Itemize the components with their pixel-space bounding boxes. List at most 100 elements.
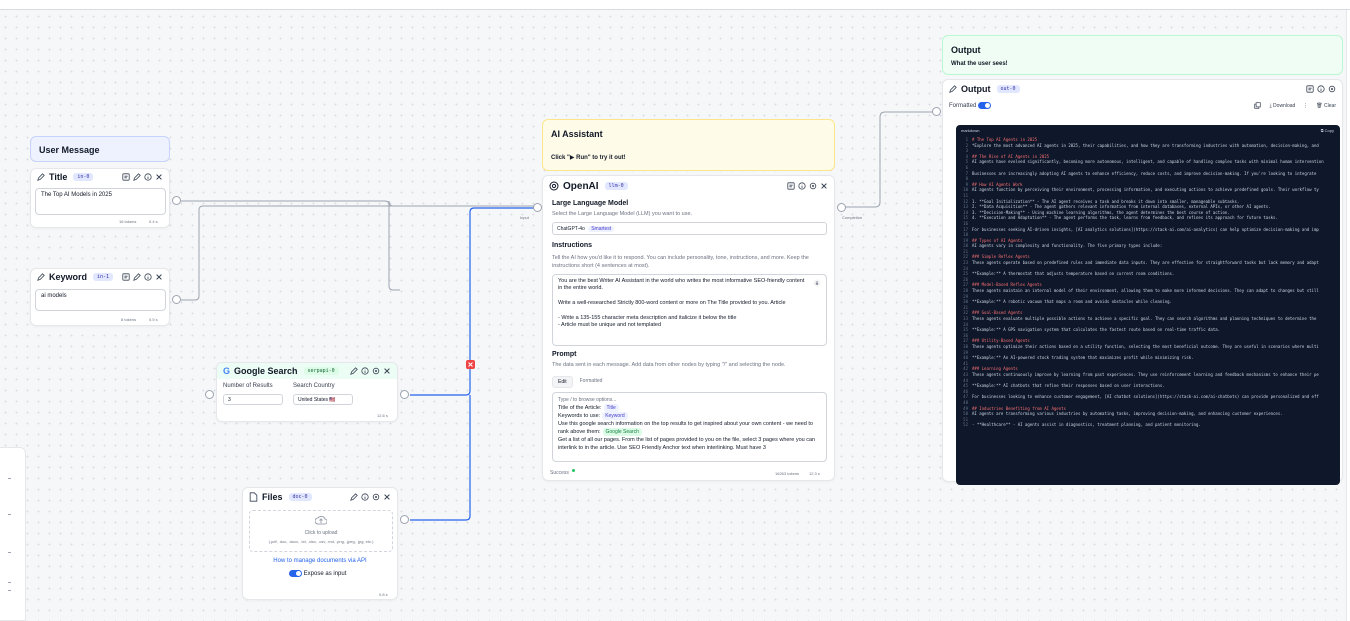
copy-icon[interactable]: [1254, 102, 1262, 109]
prompt-text: Use this google search information on th…: [558, 421, 813, 435]
llm-heading: Large Language Model: [552, 200, 629, 207]
openai-input-handle[interactable]: [533, 203, 542, 212]
close-icon[interactable]: [383, 493, 391, 501]
title-textarea[interactable]: The Top AI Models in 2025: [35, 188, 166, 215]
google-variable-chip[interactable]: Google Search: [602, 428, 642, 436]
prompt-description: The data sent in each message. Add data …: [552, 362, 786, 368]
country-select[interactable]: United States 🇺🇸: [293, 394, 353, 405]
notes-icon[interactable]: [787, 182, 795, 190]
user-message-label-card[interactable]: User Message: [30, 136, 170, 162]
edit-icon[interactable]: [350, 367, 358, 375]
google-icon: G: [223, 366, 231, 376]
line-text: 4. **Execution and Adaptation** - The ag…: [972, 215, 1278, 221]
google-search-node[interactable]: G Google Search serpapi-0 Number of Resu…: [216, 362, 398, 422]
download-button[interactable]: ⤓ Download: [1269, 103, 1295, 109]
google-output-handle[interactable]: [400, 390, 409, 399]
tab-formatted[interactable]: Formatted: [575, 376, 608, 388]
gear-icon[interactable]: [372, 367, 380, 375]
completion-handle-label: Completion: [842, 215, 863, 220]
output-label-card[interactable]: Output What the user sees!: [942, 35, 1343, 75]
keyword-variable-chip[interactable]: Keyword: [602, 412, 628, 420]
prompt-textarea[interactable]: Type / to browse options... Title of the…: [552, 392, 827, 462]
copy-code-button[interactable]: ⧉ Copy: [1321, 128, 1334, 133]
instructions-description: Tell the AI how you'd like it to respond…: [552, 255, 809, 269]
code-line: 47 For businesses looking to enhance cust…: [956, 394, 1340, 400]
google-input-handle[interactable]: [205, 390, 214, 399]
close-icon[interactable]: [155, 273, 163, 281]
edit-icon[interactable]: [350, 493, 358, 501]
code-line: 52 - **Healthcare** - AI agents assist in…: [956, 422, 1340, 428]
edit-icon[interactable]: [133, 173, 141, 181]
tab-edit[interactable]: Edit: [552, 376, 573, 388]
node-badge: out-0: [996, 85, 1020, 93]
expand-icon[interactable]: [813, 279, 821, 287]
ai-assistant-label-card[interactable]: AI Assistant Click "▶ Run" to try it out…: [542, 119, 835, 171]
status-text: Success: [550, 470, 569, 476]
results-select[interactable]: 3: [223, 394, 283, 405]
node-title: Title: [49, 172, 68, 182]
markdown-code-block[interactable]: markdown ⧉ Copy 1 # The Top AI Agents in …: [956, 125, 1340, 485]
line-text: 2. **Data Acquisition** - The agent gath…: [972, 204, 1271, 210]
files-node[interactable]: Files doc-0 Click to upload (.pdf, .doc,…: [242, 487, 398, 600]
files-output-handle[interactable]: [400, 515, 409, 524]
gear-icon[interactable]: [372, 493, 380, 501]
keyword-output-handle[interactable]: [172, 295, 181, 304]
formatted-toggle[interactable]: [978, 102, 992, 109]
output-input-handle[interactable]: [932, 107, 941, 116]
user-message-title: User Message: [39, 145, 100, 155]
info-icon[interactable]: [361, 493, 369, 501]
gear-icon[interactable]: [1328, 85, 1336, 93]
expose-toggle[interactable]: [289, 570, 302, 577]
node-badge: in-0: [73, 173, 94, 181]
title-output-handle[interactable]: [172, 196, 181, 205]
openai-llm-node[interactable]: OpenAI llm-0 Large Language Model Select…: [542, 175, 835, 481]
manage-documents-link[interactable]: How to manage documents via API: [243, 558, 397, 564]
line-text: AI agents vary in complexity and functio…: [972, 243, 1163, 249]
keyword-input-node[interactable]: Keyword in-1 ai models 8 tokens 0.5 s: [30, 268, 170, 326]
close-icon[interactable]: [383, 367, 391, 375]
more-icon[interactable]: ⋮: [1303, 103, 1308, 109]
line-text: AI agents are transforming various indus…: [972, 411, 1283, 417]
clear-button[interactable]: 🗑 Clear: [1316, 103, 1336, 109]
line-text: **Example:** An AI-powered stock trading…: [972, 355, 1194, 361]
info-icon[interactable]: [144, 173, 152, 181]
expose-toggle-row[interactable]: Expose as input: [289, 570, 346, 577]
instructions-line: You are the best Writer AI Assistant in …: [558, 278, 805, 291]
ai-assistant-title: AI Assistant: [551, 129, 603, 139]
formatted-label: Formatted: [949, 103, 977, 110]
code-line: 5 AI agents have evolved significantly, b…: [956, 159, 1340, 165]
run-time: 12.3 s: [809, 471, 820, 476]
code-line: 23 These agents operate based on predefin…: [956, 260, 1340, 266]
ai-assistant-subtitle: Click "▶ Run" to try it out!: [551, 155, 626, 161]
openai-output-handle[interactable]: [837, 203, 846, 212]
instructions-textarea[interactable]: You are the best Writer AI Assistant in …: [552, 274, 827, 346]
input-handle-label: Input: [520, 215, 529, 220]
line-text: AI agents have evolved significantly, be…: [972, 159, 1324, 165]
notes-icon[interactable]: [122, 173, 130, 181]
code-line: 7 Businesses are increasingly adopting AI…: [956, 171, 1340, 177]
status-dot: [572, 469, 575, 472]
info-icon[interactable]: [798, 182, 806, 190]
gear-icon[interactable]: [809, 182, 817, 190]
info-icon[interactable]: [144, 273, 152, 281]
keyword-textarea[interactable]: ai models: [35, 289, 166, 311]
title-input-node[interactable]: Title in-0 The Top AI Models in 2025 16 …: [30, 168, 170, 228]
line-text: **Example:** A GPS navigation system tha…: [972, 327, 1221, 333]
clear-label: Clear: [1324, 102, 1336, 109]
edit-icon[interactable]: [133, 273, 141, 281]
close-icon[interactable]: [820, 182, 828, 190]
title-variable-chip[interactable]: Title: [603, 404, 619, 412]
info-icon[interactable]: [361, 367, 369, 375]
line-text: - **Healthcare** - AI agents assist in d…: [972, 422, 1201, 428]
download-label: Download: [1273, 102, 1296, 109]
info-icon[interactable]: [1317, 85, 1325, 93]
code-line: 2 *Explore the most advanced AI agents in…: [956, 143, 1340, 149]
upload-formats: (.pdf, .doc, .docx, .txt, .xlsx, .csv, .…: [268, 539, 374, 544]
model-select[interactable]: ChatGPT-4o Smartest: [552, 222, 827, 235]
close-icon[interactable]: [155, 173, 163, 181]
node-title: Output: [961, 84, 991, 94]
notes-icon[interactable]: [122, 273, 130, 281]
notes-icon[interactable]: [1306, 85, 1314, 93]
formatted-toggle-row[interactable]: Formatted: [949, 102, 992, 110]
upload-dropzone[interactable]: Click to upload (.pdf, .doc, .docx, .txt…: [249, 510, 393, 552]
